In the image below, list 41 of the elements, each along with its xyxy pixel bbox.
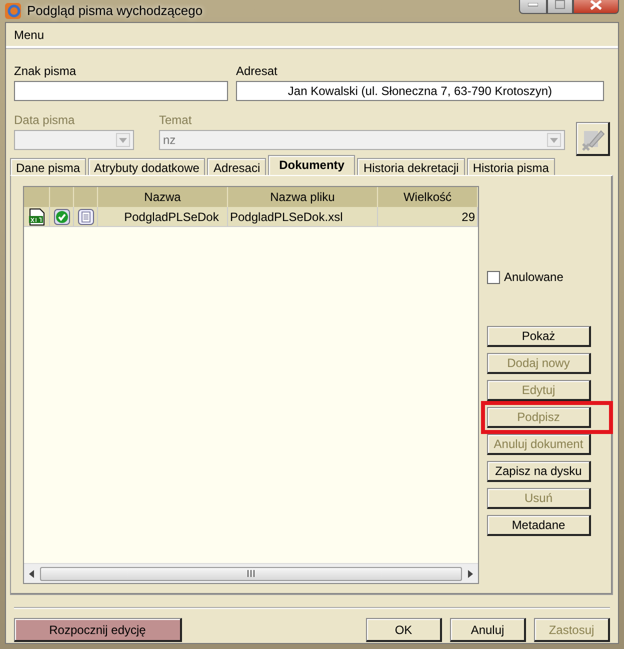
field-label: Znak pisma	[14, 63, 78, 80]
field-label: Temat	[159, 112, 193, 129]
table-row[interactable]: PodgladPLSeDok PodgladPLSeDok.xsl 29	[24, 207, 478, 227]
scrollbar-thumb[interactable]	[40, 566, 462, 580]
dialog-button[interactable]: Anuluj	[450, 618, 526, 642]
action-button[interactable]: Zapisz na dysku	[487, 461, 591, 482]
dialog-button[interactable]: OK	[366, 618, 442, 642]
checkbox-label: Anulowane	[504, 269, 564, 286]
document-icon	[78, 208, 94, 224]
close-icon	[590, 0, 602, 10]
scroll-right-icon[interactable]	[466, 568, 474, 578]
table-cell: PodgladPLSeDok.xsl	[228, 207, 378, 226]
maximize-icon	[555, 0, 565, 9]
minimize-icon	[528, 2, 538, 6]
check-icon	[54, 208, 70, 224]
scroll-left-icon[interactable]	[28, 568, 36, 578]
start-edit-button[interactable]: Rozpocznij edycję	[14, 618, 182, 642]
field-value: nz	[163, 132, 176, 149]
input-field[interactable]: Jan Kowalski (ul. Słoneczna 7, 63-790 Krotoszyn)	[236, 81, 604, 101]
field-label: Data pisma	[14, 112, 76, 129]
checkbox[interactable]	[487, 270, 500, 284]
maximize-button[interactable]	[547, 0, 573, 14]
tab[interactable]: Dane pisma	[10, 158, 86, 175]
table-cell: 29	[378, 207, 478, 226]
action-button[interactable]: Pokaż	[487, 326, 591, 347]
minimize-button[interactable]	[519, 0, 547, 14]
table-cell: PodgladPLSeDok	[98, 207, 228, 226]
window-title: Podgląd pisma wychodzącego	[27, 2, 203, 20]
app-icon	[5, 3, 21, 19]
field-value: Jan Kowalski (ul. Słoneczna 7, 63-790 Krotoszyn)	[288, 83, 552, 100]
spreadsheet-file-icon	[28, 208, 46, 226]
tab[interactable]: Adresaci	[207, 158, 266, 175]
tab[interactable]: Historia pisma	[466, 158, 555, 175]
input-field[interactable]	[14, 81, 228, 101]
tab[interactable]: Dokumenty	[268, 155, 356, 175]
field-label: Adresat	[236, 63, 278, 80]
action-button[interactable]: Metadane	[487, 515, 591, 536]
menu-item[interactable]: Menu	[14, 26, 44, 44]
tab[interactable]: Historia dekretacji	[357, 158, 465, 175]
close-button[interactable]	[573, 0, 619, 14]
tab[interactable]: Atrybuty dodatkowe	[88, 158, 206, 175]
